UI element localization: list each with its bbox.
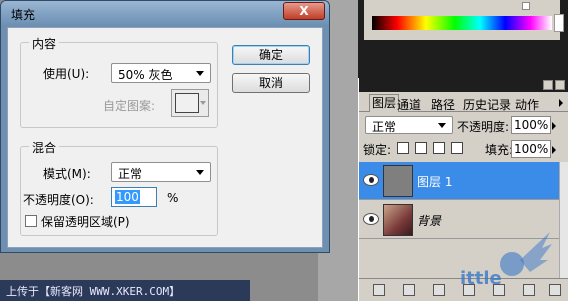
lock-transparent-icon[interactable] [397, 142, 409, 154]
opacity-input[interactable]: 100 [111, 187, 157, 207]
close-icon[interactable] [555, 80, 565, 90]
tab-channels[interactable]: 通道 [397, 96, 421, 113]
layer-thumbnail [383, 204, 413, 236]
layer-style-icon[interactable] [403, 284, 415, 296]
use-select[interactable]: 50% 灰色 [111, 63, 211, 83]
tab-layers[interactable]: 图层 [369, 94, 400, 112]
opacity-label: 不透明度(O): [23, 193, 94, 207]
use-label: 使用(U): [43, 67, 90, 81]
link-layers-icon[interactable] [373, 284, 385, 296]
blending-group-label: 混合 [29, 139, 60, 156]
color-panel [358, 0, 568, 78]
chevron-right-icon[interactable] [552, 146, 556, 154]
lock-row: 锁定: 填充: 100% [359, 138, 568, 160]
lock-image-icon[interactable] [415, 142, 427, 154]
mode-select-value: 正常 [118, 167, 143, 181]
custom-pattern-label: 自定图案: [103, 99, 156, 113]
color-panel-body [364, 0, 564, 40]
chevron-down-icon [438, 123, 446, 128]
layer-name: 背景 [417, 214, 442, 228]
mode-label: 模式(M): [43, 167, 91, 181]
layer-thumbnail [383, 165, 413, 197]
watermark-text: ittle [460, 268, 502, 289]
layer-blend-mode-value: 正常 [372, 120, 397, 134]
lock-all-icon[interactable] [451, 142, 463, 154]
mode-select[interactable]: 正常 [111, 162, 211, 182]
ok-button[interactable]: 确定 [232, 45, 310, 65]
contents-group-label: 内容 [29, 35, 60, 52]
dialog-body: 内容 使用(U): 50% 灰色 自定图案: 混合 模式(M): 正常 不透明度… [7, 27, 323, 248]
fill-label: 填充: [485, 143, 514, 157]
chevron-down-icon [196, 71, 204, 76]
layer-blend-mode-select[interactable]: 正常 [365, 116, 453, 134]
color-swatch[interactable] [554, 14, 564, 32]
chevron-right-icon[interactable] [552, 122, 556, 130]
lock-label: 锁定: [363, 143, 392, 157]
layers-panel-titlebar[interactable] [359, 78, 568, 92]
caption-text: 上传于【新客网 WWW.XKER.COM】 [6, 285, 181, 298]
dialog-title: 填充 [11, 8, 36, 22]
opacity-unit: % [167, 191, 179, 205]
dialog-titlebar[interactable]: 填充 X [1, 1, 329, 25]
blending-group: 混合 模式(M): 正常 不透明度(O): 100 % 保留透明区域(P) [20, 139, 218, 236]
color-spectrum[interactable] [372, 16, 552, 30]
chevron-down-icon [200, 101, 206, 105]
contents-group: 内容 使用(U): 50% 灰色 自定图案: [20, 35, 218, 128]
preserve-transparency-checkbox[interactable] [25, 215, 37, 227]
gamut-warning-icon[interactable] [522, 2, 530, 10]
layer-opacity-input[interactable]: 100% [511, 116, 551, 134]
preserve-transparency-label: 保留透明区域(P) [41, 215, 130, 229]
tab-actions[interactable]: 动作 [515, 96, 539, 113]
layer-opacity-label: 不透明度: [457, 120, 510, 134]
tab-paths[interactable]: 路径 [431, 96, 455, 113]
eye-icon[interactable] [363, 174, 379, 186]
caption-bar: 上传于【新客网 WWW.XKER.COM】 [0, 280, 250, 301]
opacity-input-value: 100 [115, 190, 140, 204]
layers-panel-tabs: 图层 通道 路径 历史记录 动作 [359, 94, 568, 112]
cancel-button[interactable]: 取消 [232, 73, 310, 93]
minimize-icon[interactable] [543, 80, 553, 90]
layer-name: 图层 1 [417, 175, 453, 189]
tab-history[interactable]: 历史记录 [463, 96, 511, 113]
panel-menu-icon[interactable] [559, 99, 563, 107]
close-button[interactable]: X [283, 2, 325, 20]
use-select-value: 50% 灰色 [118, 68, 173, 82]
layer-row[interactable]: 图层 1 [359, 162, 559, 200]
pattern-picker[interactable] [171, 89, 209, 117]
fill-input[interactable]: 100% [511, 140, 551, 158]
pattern-preview [175, 93, 199, 113]
chevron-down-icon [196, 170, 204, 175]
lock-position-icon[interactable] [433, 142, 445, 154]
fill-dialog: 填充 X 内容 使用(U): 50% 灰色 自定图案: 混合 模式(M): 正常 [0, 0, 330, 253]
eye-icon[interactable] [363, 213, 379, 225]
watermark: ittle [420, 228, 568, 301]
